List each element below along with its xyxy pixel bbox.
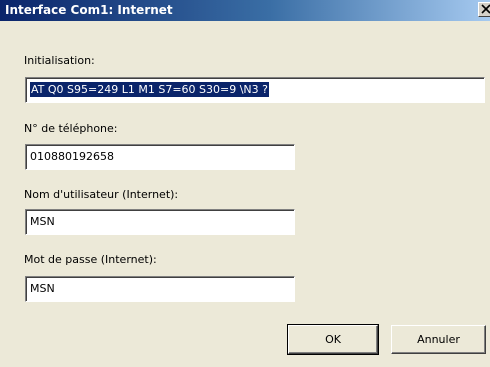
close-button[interactable] (478, 2, 490, 17)
initialisation-label: Initialisation: (24, 54, 95, 67)
window-title: Interface Com1: Internet (5, 3, 173, 17)
username-input[interactable]: MSN (25, 209, 295, 235)
phone-input[interactable]: 010880192658 (25, 144, 295, 170)
phone-label: N° de téléphone: (24, 122, 118, 135)
username-label: Nom d'utilisateur (Internet): (24, 188, 179, 201)
initialisation-input[interactable]: AT Q0 S95=249 L1 M1 S7=60 S30=9 \N3 ? (25, 77, 485, 103)
initialisation-input-value: AT Q0 S95=249 L1 M1 S7=60 S30=9 \N3 ? (30, 82, 269, 97)
close-icon (481, 4, 490, 14)
title-bar[interactable]: Interface Com1: Internet (0, 0, 490, 21)
ok-button[interactable]: OK (287, 324, 379, 355)
password-input[interactable]: MSN (25, 276, 295, 302)
dialog-window: Interface Com1: Internet Initialisation:… (0, 0, 490, 367)
password-label: Mot de passe (Internet): (24, 253, 157, 266)
cancel-button[interactable]: Annuler (391, 325, 486, 354)
